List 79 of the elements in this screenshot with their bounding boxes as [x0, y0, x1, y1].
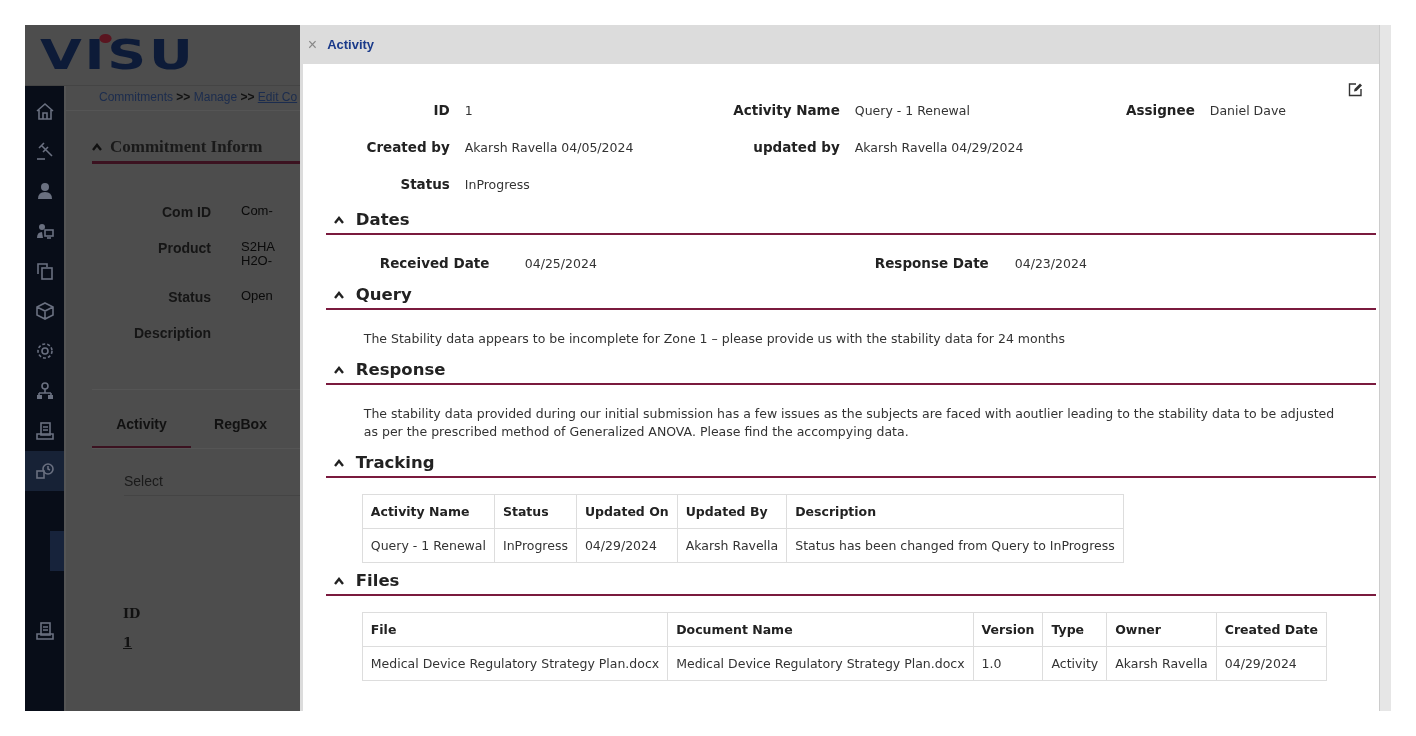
chevron-up-icon[interactable]: [333, 365, 344, 374]
column-header: File: [362, 612, 668, 647]
table-cell: 04/29/2024: [1216, 646, 1327, 681]
clock-icon[interactable]: [34, 461, 55, 481]
column-header: Updated By: [677, 494, 787, 529]
table-cell: 04/29/2024: [576, 528, 678, 563]
chevron-up-icon[interactable]: [333, 458, 344, 467]
column-header: Version: [973, 612, 1043, 647]
table-cell: 1.0: [973, 646, 1043, 681]
modal-title: Activity: [327, 37, 375, 52]
home-icon[interactable]: [34, 101, 55, 121]
field-value: Open: [241, 288, 274, 305]
field-label: ID: [432, 102, 450, 118]
field-value: Akarsh Ravella 04/29/2024: [854, 140, 1025, 155]
column-header: Owner: [1106, 612, 1217, 647]
field-value: Akarsh Ravella 04/05/2024: [464, 140, 635, 155]
close-button[interactable]: ×: [307, 35, 318, 54]
field-label: Received Date: [379, 255, 491, 271]
document-icon[interactable]: [34, 621, 55, 641]
field-value: S2HA H2O-: [241, 240, 276, 269]
field-value: InProgress: [464, 177, 531, 192]
table-cell: Query - 1 Renewal: [362, 528, 495, 563]
cube-icon[interactable]: [34, 301, 55, 321]
tab[interactable]: Activity: [92, 409, 191, 448]
table-cell: Akarsh Ravella: [1106, 646, 1217, 681]
field-value: Query - 1 Renewal: [854, 103, 971, 118]
column-header: Status: [494, 494, 577, 529]
network-icon[interactable]: [34, 381, 55, 401]
section-title: Tracking: [355, 453, 435, 472]
paragraph: The stability data provided during our initial submission has a few issues as the subjects are faced with aoutlier leading to the stability data to be adjusted as per the prescribed method of Generalized ANOVA. Please find the accompying data.: [362, 405, 1336, 441]
copy-icon[interactable]: [34, 261, 55, 281]
breadcrumb-separator: >>: [240, 90, 255, 104]
chevron-up-icon[interactable]: [333, 576, 344, 585]
field-value: 04/23/2024: [1014, 256, 1088, 271]
column-header: Document Name: [667, 612, 974, 647]
field-value: Com-: [241, 204, 274, 220]
field-value: 04/25/2024: [524, 256, 598, 271]
breadcrumb-separator: >>: [176, 90, 191, 104]
section-title: Files: [355, 571, 400, 590]
column-header: ID: [123, 605, 142, 621]
gavel-icon[interactable]: [34, 141, 55, 161]
field-value: Daniel Dave: [1209, 103, 1287, 118]
field-label: Response Date: [874, 255, 990, 271]
field-label: Activity Name: [732, 102, 840, 118]
logo: VISU: [40, 32, 196, 78]
section-title: Response: [355, 360, 446, 379]
table-cell: Activity: [1042, 646, 1107, 681]
table-cell: Akarsh Ravella: [677, 528, 787, 563]
column-header: Created Date: [1216, 612, 1327, 647]
field-value: 1: [464, 103, 474, 118]
column-header: Activity Name: [362, 494, 495, 529]
table-cell: Status has been changed from Query to InProgress: [786, 528, 1124, 563]
field-label: Status: [167, 288, 211, 305]
settings-icon[interactable]: [34, 341, 55, 361]
table-cell: InProgress: [494, 528, 577, 563]
field-label: Status: [399, 176, 450, 192]
column-header: Description: [786, 494, 1124, 529]
tab[interactable]: RegBox: [191, 409, 290, 448]
field-label: Com ID: [161, 204, 211, 220]
field-label: Product: [157, 240, 211, 258]
paragraph: The Stability data appears to be incomplete for Zone 1 – please provide us with the stability data for 24 months: [362, 330, 1066, 348]
chevron-up-icon[interactable]: [333, 215, 344, 224]
section-title: Query: [355, 285, 412, 304]
field-label: Created by: [365, 139, 450, 155]
field-label: Assignee: [1125, 102, 1195, 118]
scrollbar[interactable]: [1379, 25, 1391, 711]
column-header: Type: [1042, 612, 1107, 647]
table-cell: Medical Device Regulatory Strategy Plan.docx: [362, 646, 668, 681]
field-label: updated by: [752, 139, 840, 155]
table-cell: Medical Device Regulatory Strategy Plan.docx: [667, 646, 974, 681]
edit-icon[interactable]: [1348, 82, 1363, 97]
section-title: Dates: [355, 210, 410, 229]
field-label: Description: [133, 324, 211, 341]
user-monitor-icon[interactable]: [34, 221, 55, 241]
chevron-up-icon[interactable]: [333, 290, 344, 299]
sidebar-handle[interactable]: [50, 531, 64, 571]
id-link[interactable]: 1: [123, 634, 133, 650]
document-icon[interactable]: [34, 421, 55, 441]
column-header: Updated On: [576, 494, 678, 529]
